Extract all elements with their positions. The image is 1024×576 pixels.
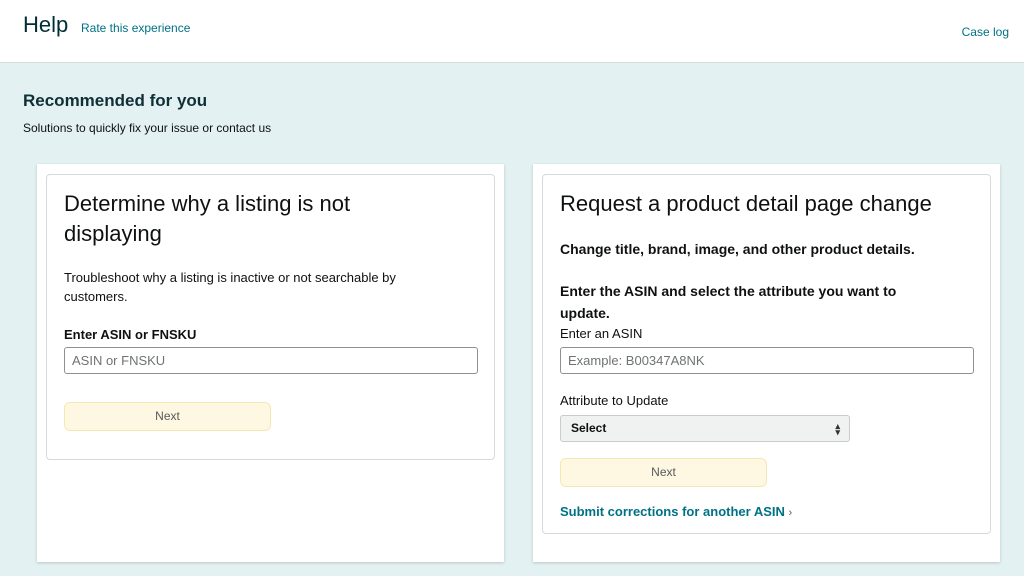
submit-corrections-link[interactable]: Submit corrections for another ASIN › — [560, 504, 792, 519]
detail-change-instruction-line1: Enter the ASIN and select the attribute … — [560, 283, 897, 299]
asin-fnsku-label: Enter ASIN or FNSKU — [64, 327, 197, 342]
submit-corrections-label: Submit corrections for another ASIN — [560, 504, 785, 519]
listing-card-heading: Determine why a listing is not displayin… — [64, 189, 350, 249]
top-bar: Help Rate this experience Case log — [0, 0, 1024, 63]
enter-asin-label: Enter an ASIN — [560, 326, 643, 341]
attribute-select-value: Select — [571, 421, 607, 435]
detail-page-change-card: Request a product detail page change Cha… — [533, 164, 1000, 562]
detail-page-change-panel: Request a product detail page change Cha… — [542, 174, 991, 534]
rate-experience-link[interactable]: Rate this experience — [81, 21, 190, 35]
listing-troubleshoot-card: Determine why a listing is not displayin… — [37, 164, 504, 562]
asin-input[interactable] — [560, 347, 974, 374]
listing-card-description: Troubleshoot why a listing is inactive o… — [64, 268, 396, 306]
detail-change-instruction: Enter the ASIN and select the attribute … — [560, 280, 896, 324]
page-title: Help — [23, 12, 69, 37]
detail-change-subheading: Change title, brand, image, and other pr… — [560, 241, 915, 257]
chevron-right-icon: › — [788, 507, 793, 519]
recommended-subtitle: Solutions to quickly fix your issue or c… — [23, 121, 272, 135]
case-log-link[interactable]: Case log — [962, 25, 1009, 39]
listing-troubleshoot-panel: Determine why a listing is not displayin… — [46, 174, 495, 460]
asin-fnsku-input[interactable] — [64, 347, 478, 374]
detail-change-next-button[interactable]: Next — [560, 458, 767, 487]
attribute-select[interactable]: Select ▴ ▾ — [560, 415, 850, 442]
up-down-arrows-icon: ▴ ▾ — [835, 420, 840, 437]
listing-next-button[interactable]: Next — [64, 402, 271, 431]
attribute-label: Attribute to Update — [560, 393, 669, 408]
listing-card-description-line1: Troubleshoot why a listing is inactive o… — [64, 270, 396, 285]
listing-card-heading-line1: Determine why a listing is not — [64, 191, 351, 216]
detail-change-heading: Request a product detail page change — [560, 191, 932, 216]
recommended-title: Recommended for you — [23, 91, 208, 110]
listing-card-description-line2: customers. — [64, 289, 128, 304]
listing-card-heading-line2: displaying — [64, 221, 162, 246]
detail-change-instruction-line2: update. — [560, 305, 610, 321]
